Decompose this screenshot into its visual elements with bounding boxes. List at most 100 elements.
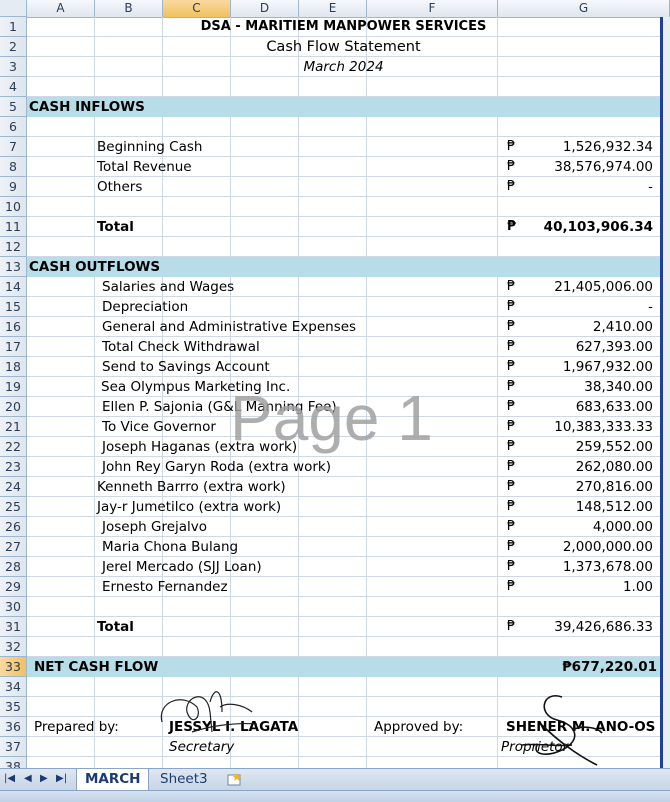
outflow-item-label: John Rey Garyn Roda (extra work) — [102, 459, 331, 475]
outflow-item-amount: 4,000.00 — [592, 519, 653, 535]
row-header[interactable]: 1 — [0, 17, 27, 37]
row-header[interactable]: 25 — [0, 497, 27, 517]
outflow-item-amount: 2,000,000.00 — [562, 539, 653, 555]
outflow-item-label: Depreciation — [102, 299, 189, 315]
row-header[interactable]: 12 — [0, 237, 27, 257]
column-header-b[interactable]: B — [95, 0, 163, 17]
peso-sign: ₱ — [507, 499, 516, 514]
net-cash-flow-amount: ₱677,220.01 — [562, 659, 657, 675]
row-header[interactable]: 17 — [0, 337, 27, 357]
last-sheet-icon[interactable]: ▶| — [56, 773, 67, 784]
peso-sign: ₱ — [507, 339, 516, 354]
column-header-f[interactable]: F — [367, 0, 498, 17]
outflow-item-label: Maria Chona Bulang — [102, 539, 239, 555]
row-header[interactable]: 28 — [0, 557, 27, 577]
peso-sign: ₱ — [507, 279, 516, 294]
gridline — [94, 17, 95, 768]
row-header[interactable]: 33 — [0, 657, 27, 677]
insert-sheet-icon[interactable] — [226, 772, 244, 787]
outflow-item-label: Kenneth Barrro (extra work) — [97, 479, 286, 495]
row-header[interactable]: 2 — [0, 37, 27, 57]
statement-title: Cash Flow Statement — [266, 39, 421, 55]
row-header[interactable]: 24 — [0, 477, 27, 497]
row-header[interactable]: 19 — [0, 377, 27, 397]
select-all-corner[interactable] — [0, 0, 27, 17]
prev-sheet-icon[interactable]: ◀ — [24, 773, 32, 784]
column-header-a[interactable]: A — [27, 0, 95, 17]
column-header-g[interactable]: G — [498, 0, 670, 17]
first-sheet-icon[interactable]: |◀ — [4, 773, 15, 784]
outflow-item-amount: 1.00 — [622, 579, 653, 595]
peso-sign: ₱ — [507, 139, 516, 154]
row-header[interactable]: 34 — [0, 677, 27, 697]
row-header[interactable]: 15 — [0, 297, 27, 317]
row-header[interactable]: 26 — [0, 517, 27, 537]
row-header[interactable]: 35 — [0, 697, 27, 717]
row-header[interactable]: 18 — [0, 357, 27, 377]
sheet-tab-march[interactable]: MARCH — [76, 769, 150, 790]
page-watermark: Page 1 — [230, 382, 433, 454]
peso-sign: ₱ — [507, 459, 516, 474]
worksheet-grid[interactable]: DSA - MARITIEM MANPOWER SERVICES Cash Fl… — [27, 17, 660, 768]
sheet-tab-sheet3[interactable]: Sheet3 — [152, 769, 216, 790]
outflow-item-amount: 2,410.00 — [592, 319, 653, 335]
row-header[interactable]: 23 — [0, 457, 27, 477]
column-header-c[interactable]: C — [163, 0, 231, 17]
inflows-total-amount: 40,103,906.34 — [543, 219, 653, 235]
row-header[interactable]: 7 — [0, 137, 27, 157]
row-header[interactable]: 29 — [0, 577, 27, 597]
inflow-item-label: Beginning Cash — [97, 139, 203, 155]
row-header[interactable]: 13 — [0, 257, 27, 277]
row-header[interactable]: 11 — [0, 217, 27, 237]
inflow-item-amount: 1,526,932.34 — [562, 139, 653, 155]
outflow-item-amount: 1,967,932.00 — [562, 359, 653, 375]
outflow-item-label: Send to Savings Account — [102, 359, 270, 375]
net-cash-flow-label: NET CASH FLOW — [34, 659, 159, 675]
peso-sign: ₱ — [507, 419, 516, 434]
prepared-by-signature — [160, 691, 258, 733]
row-header[interactable]: 6 — [0, 117, 27, 137]
next-sheet-icon[interactable]: ▶ — [40, 773, 48, 784]
column-header-e[interactable]: E — [299, 0, 367, 17]
vertical-scrollbar[interactable] — [663, 17, 670, 768]
row-header[interactable]: 27 — [0, 537, 27, 557]
peso-sign: ₱ — [507, 619, 516, 634]
row-header[interactable]: 4 — [0, 77, 27, 97]
outflow-item-amount: 38,340.00 — [584, 379, 653, 395]
peso-sign: ₱ — [507, 319, 516, 334]
row-header[interactable]: 16 — [0, 317, 27, 337]
row-header[interactable]: 31 — [0, 617, 27, 637]
statement-period: March 2024 — [303, 59, 384, 75]
row-header[interactable]: 37 — [0, 737, 27, 757]
inflow-item-label: Others — [97, 179, 143, 195]
peso-sign: ₱ — [507, 559, 516, 574]
row-header[interactable]: 5 — [0, 97, 27, 117]
row-header[interactable]: 14 — [0, 277, 27, 297]
outflow-item-label: Total Check Withdrawal — [102, 339, 260, 355]
peso-sign: ₱ — [507, 539, 516, 554]
outflow-item-label: Joseph Grejalvo — [102, 519, 208, 535]
outflow-item-amount: 683,633.00 — [575, 399, 653, 415]
row-header[interactable]: 30 — [0, 597, 27, 617]
row-header[interactable]: 3 — [0, 57, 27, 77]
outflow-item-label: Ernesto Fernandez — [102, 579, 228, 595]
peso-sign: ₱ — [507, 359, 516, 374]
row-header[interactable]: 22 — [0, 437, 27, 457]
row-header[interactable]: 20 — [0, 397, 27, 417]
peso-sign: ₱ — [507, 519, 516, 534]
column-header-d[interactable]: D — [231, 0, 299, 17]
peso-sign: ₱ — [507, 219, 517, 234]
outflow-item-label: General and Administrative Expenses — [102, 319, 357, 335]
approved-by-signature — [521, 694, 603, 766]
row-header[interactable]: 21 — [0, 417, 27, 437]
row-header[interactable]: 36 — [0, 717, 27, 737]
row-header[interactable]: 8 — [0, 157, 27, 177]
row-header[interactable]: 9 — [0, 177, 27, 197]
row-header[interactable]: 32 — [0, 637, 27, 657]
status-bar — [0, 790, 670, 802]
peso-sign: ₱ — [507, 299, 516, 314]
peso-sign: ₱ — [507, 579, 516, 594]
approved-by-label: Approved by: — [374, 719, 464, 735]
outflow-item-amount: 1,373,678.00 — [562, 559, 653, 575]
row-header[interactable]: 10 — [0, 197, 27, 217]
